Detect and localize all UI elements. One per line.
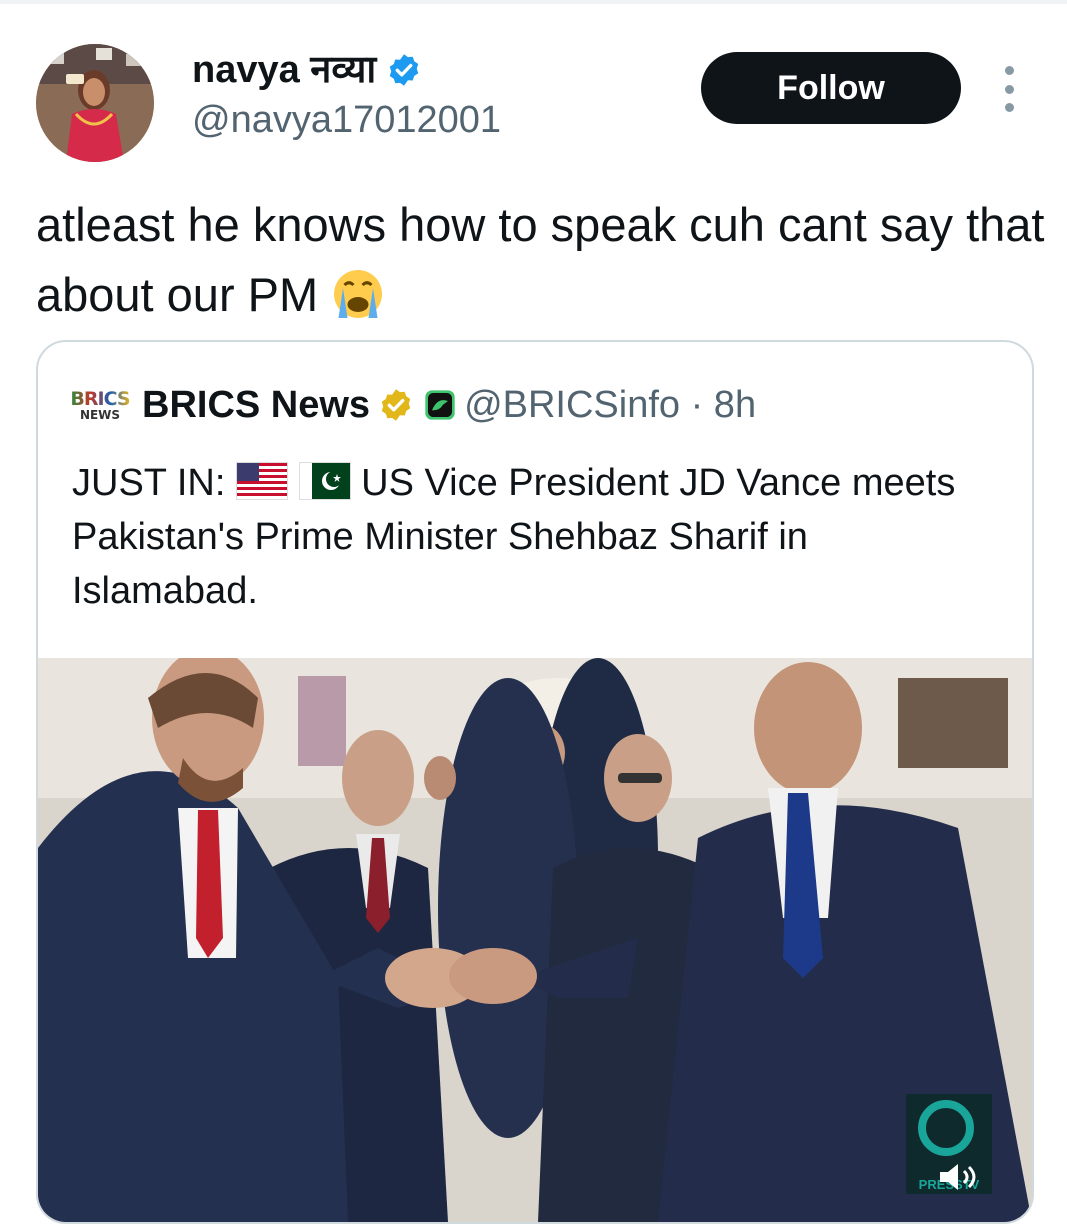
- affiliate-badge-icon: [425, 390, 455, 420]
- quoted-post-text: JUST IN: US Vice President JD Vance meet…: [72, 456, 1002, 618]
- logo-line-2: NEWS: [79, 407, 121, 422]
- pakistan-flag-emoji: [298, 462, 351, 500]
- logo-line-1: BRICS: [70, 387, 130, 410]
- sound-icon[interactable]: [934, 1162, 984, 1192]
- post-text-content: atleast he knows how to speak cuh cant s…: [36, 198, 1045, 321]
- handshake-photo: [38, 658, 1032, 1222]
- quoted-post-header: BRICS NEWS BRICS News @BRICSinfo · 8h: [70, 380, 756, 430]
- author-name-row: navya नव्या: [192, 48, 422, 92]
- post-text: atleast he knows how to speak cuh cant s…: [36, 190, 1046, 330]
- verified-badge-icon: [390, 54, 419, 86]
- quoted-text-prefix: JUST IN:: [72, 462, 226, 504]
- author-handle[interactable]: @navya17012001: [192, 98, 501, 142]
- quoted-post-card[interactable]: BRICS NEWS BRICS News @BRICSinfo · 8h JU…: [36, 340, 1034, 1224]
- brics-news-logo[interactable]: BRICS NEWS: [70, 384, 130, 426]
- us-flag-emoji: [236, 462, 288, 500]
- follow-button[interactable]: Follow: [701, 52, 961, 124]
- quoted-post-video[interactable]: PRESSTV: [38, 658, 1032, 1222]
- quoted-author-name[interactable]: BRICS News: [142, 384, 370, 427]
- more-options-icon[interactable]: [994, 66, 1024, 112]
- top-divider: [0, 0, 1067, 4]
- gold-verified-badge-icon: [381, 389, 411, 421]
- quoted-author-handle-time[interactable]: @BRICSinfo · 8h: [464, 384, 756, 427]
- author-display-name[interactable]: navya नव्या: [192, 48, 376, 92]
- loudly-crying-face-emoji: [334, 270, 383, 318]
- avatar[interactable]: [36, 44, 154, 162]
